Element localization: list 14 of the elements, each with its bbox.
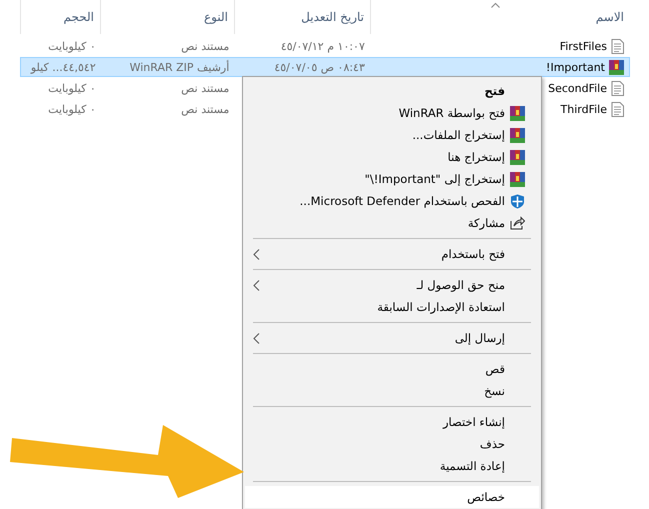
type-text: مستند نص [181,40,230,52]
type-text: مستند نص [181,102,230,116]
size-text: ٤٤,٥٤٢... كيلو [30,60,96,74]
date-text: ٠٨:٤٣ ص ٤٥/٠٧/٠٥ [274,60,365,74]
date-text: ١٠:٠٧ م ٤٥/٠٧/١٢ [280,40,365,52]
file-name: SecondFile [548,82,607,94]
file-name: Important! [546,60,605,74]
type-text: أرشيف WinRAR ZIP [130,60,230,74]
file-name: FirstFiles [560,40,607,52]
file-name: ThirdFile [560,102,607,116]
size-text: ٠ كيلوبايت [48,102,96,116]
type-text: مستند نص [181,82,230,94]
size-text: ٠ كيلوبايت [48,40,96,52]
size-text: ٠ كيلوبايت [48,82,96,94]
